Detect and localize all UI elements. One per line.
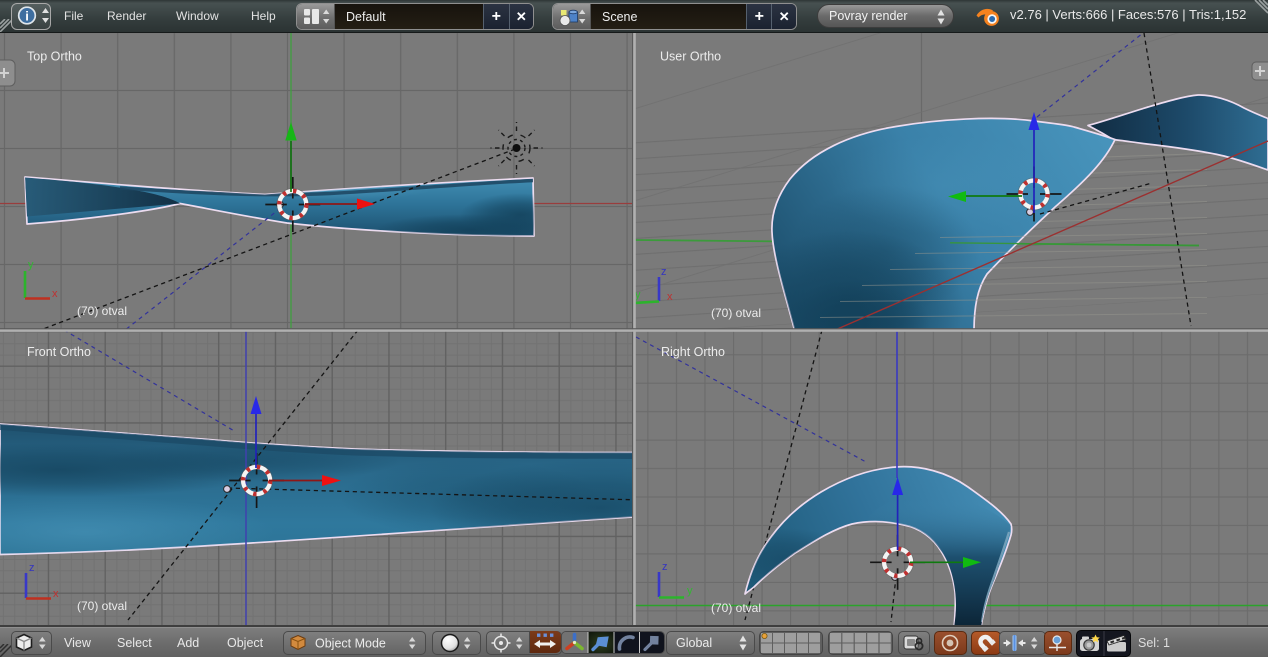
svg-text:(70) otval: (70) otval: [77, 304, 127, 318]
svg-text:x: x: [52, 288, 58, 300]
svg-text:Right Ortho: Right Ortho: [661, 345, 725, 359]
svg-text:z: z: [661, 266, 667, 278]
svg-text:Top Ortho: Top Ortho: [27, 50, 82, 64]
svg-text:y: y: [28, 259, 34, 271]
svg-text:(70) otval: (70) otval: [711, 601, 761, 615]
svg-text:z: z: [662, 561, 668, 573]
svg-text:(70) otval: (70) otval: [77, 599, 127, 613]
svg-text:i: i: [25, 9, 29, 24]
svg-text:y: y: [687, 585, 693, 597]
svg-text:x: x: [53, 588, 59, 600]
svg-text:x: x: [667, 291, 673, 303]
svg-text:Object Mode: Object Mode: [315, 637, 386, 651]
svg-text:y: y: [635, 289, 641, 301]
svg-text:z: z: [29, 562, 35, 574]
svg-text:(70) otval: (70) otval: [711, 306, 761, 320]
svg-text:User Ortho: User Ortho: [660, 50, 721, 64]
svg-text:Front Ortho: Front Ortho: [27, 345, 91, 359]
